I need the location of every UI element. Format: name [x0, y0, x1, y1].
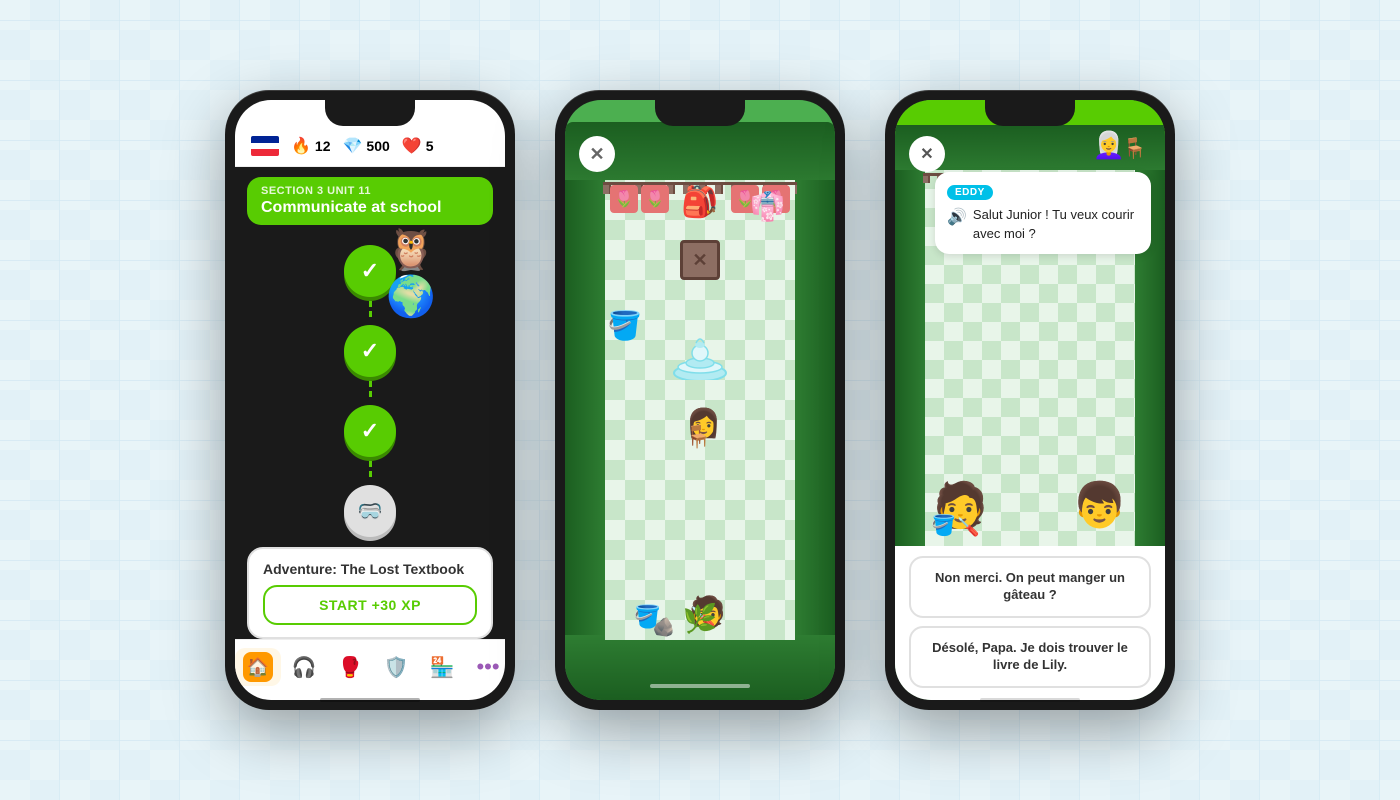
speech-bubble: EDDY 🔊 Salut Junior ! Tu veux courir ave…: [935, 172, 1151, 254]
map-area: ✓ 🦉🌍 ✓ ✓: [235, 235, 505, 547]
gems-value: 500: [366, 138, 389, 154]
phone-1-notch: [325, 100, 415, 126]
gem-icon: 💎: [343, 136, 363, 156]
phone1-nav: 🏠 🎧 🥊 🛡️ 🏪 •••: [235, 639, 505, 700]
home-nav-icon: 🏠: [243, 652, 273, 682]
map-node-2[interactable]: ✓: [344, 325, 396, 377]
rock: 🪨: [653, 617, 675, 638]
npc-bench-character: 👩‍🦳: [1093, 130, 1125, 161]
map-node-3[interactable]: ✓: [344, 405, 396, 457]
dialogue-bucket: 🪣: [931, 513, 956, 538]
start-button[interactable]: START +30 XP: [263, 585, 477, 625]
hearts-value: 5: [426, 138, 434, 154]
flag-white: [251, 143, 279, 150]
game-crate: ✕: [680, 240, 720, 280]
fire-icon: 🔥: [291, 136, 311, 156]
phone-2: ✕ 🌷 🌷 🌷 🌷: [555, 90, 845, 710]
nav-more[interactable]: •••: [465, 648, 505, 686]
phone-2-screen: ✕ 🌷 🌷 🌷 🌷: [565, 100, 835, 700]
adventure-title: Adventure: The Lost Textbook: [263, 561, 477, 577]
phone-3-notch: [985, 100, 1075, 126]
speech-text: 🔊 Salut Junior ! Tu veux courir avec moi…: [947, 206, 1139, 244]
check-icon-3: ✓: [361, 418, 379, 444]
nav-home[interactable]: 🏠: [235, 648, 281, 686]
streak-stat: 🔥 12: [291, 136, 331, 156]
flower-1: 🌷: [610, 185, 638, 213]
adventure-section: Adventure: The Lost Textbook START +30 X…: [247, 547, 493, 639]
flower-2: 🌷: [641, 185, 669, 213]
map-node-4[interactable]: 🥽: [344, 485, 396, 537]
more-nav-icon: •••: [473, 652, 503, 682]
flag-red: [251, 149, 279, 156]
check-icon-1: ✓: [361, 258, 379, 284]
nav-audio[interactable]: 🎧: [281, 648, 327, 686]
phone-1-screen: 🔥 12 💎 500 ❤️ 5 SECTION 3 UNIT 11 Commun…: [235, 100, 505, 700]
phone-2-notch: [655, 100, 745, 126]
check-icon-2: ✓: [361, 338, 379, 364]
goggles-icon: 🥽: [358, 499, 383, 524]
phone-3-screen: ✕ 👩‍🦳 🪑 EDDY 🔊 Salut Junior ! Tu veux co…: [895, 100, 1165, 700]
answer-option-1[interactable]: Non merci. On peut manger un gâteau ?: [909, 556, 1151, 618]
phone2-close-button[interactable]: ✕: [579, 136, 615, 172]
map-path: ✓ 🦉🌍 ✓ ✓: [344, 245, 396, 537]
hedge-right: [795, 180, 835, 640]
pink-character: 👘: [750, 190, 785, 223]
heart-icon: ❤️: [402, 136, 422, 156]
phone-1-home-indicator: [320, 698, 420, 702]
dialogue-hedge-left: [895, 170, 925, 546]
crate-x-icon: ✕: [692, 250, 707, 271]
fountain: [670, 325, 730, 385]
path-line-2: [369, 381, 372, 401]
practice-nav-icon: 🥊: [335, 652, 365, 682]
dialogue-game-area: ✕ 👩‍🦳 🪑 EDDY 🔊 Salut Junior ! Tu veux co…: [895, 100, 1165, 546]
phone-3: ✕ 👩‍🦳 🪑 EDDY 🔊 Salut Junior ! Tu veux co…: [885, 90, 1175, 710]
answer-2-text: Désolé, Papa. Je dois trouver le livre d…: [932, 640, 1128, 672]
hedge-bottom: [565, 635, 835, 700]
flower-bed-left: 🌷 🌷: [610, 185, 669, 213]
streak-value: 12: [315, 138, 331, 154]
park-bench: 🪑: [685, 424, 712, 450]
hearts-stat: ❤️ 5: [402, 136, 434, 156]
nav-shield[interactable]: 🛡️: [373, 648, 419, 686]
phone3-close-button[interactable]: ✕: [909, 136, 945, 172]
path-line-1: [369, 301, 372, 321]
phone-2-home-indicator: [650, 684, 750, 688]
main-character-2: 👦: [1072, 479, 1127, 531]
shop-nav-icon: 🏪: [427, 652, 457, 682]
bush: 🌿: [683, 602, 718, 635]
game-elements: 🌷 🌷 🌷 🌷 🎒 👘 ✕ 🪣: [605, 180, 795, 640]
machine-object: 🪣: [607, 309, 642, 342]
speaker-audio-icon[interactable]: 🔊: [947, 206, 967, 229]
section-label: SECTION 3 UNIT 11: [261, 185, 479, 197]
hedge-left: [565, 180, 605, 640]
phone-3-home-indicator: [980, 698, 1080, 702]
section-banner[interactable]: SECTION 3 UNIT 11 Communicate at school: [247, 177, 493, 225]
nav-practice[interactable]: 🥊: [327, 648, 373, 686]
audio-nav-icon: 🎧: [289, 652, 319, 682]
phones-container: 🔥 12 💎 500 ❤️ 5 SECTION 3 UNIT 11 Commun…: [225, 90, 1175, 710]
flag-blue: [251, 136, 279, 143]
speech-content: Salut Junior ! Tu veux courir avec moi ?: [973, 206, 1139, 244]
owl-mascot: 🦉🌍: [386, 240, 451, 305]
path-line-3: [369, 461, 372, 481]
french-flag: [251, 136, 279, 156]
bench-top: 🪑: [1122, 136, 1147, 161]
dialogue-shovel: 🪛: [957, 517, 979, 538]
phone-1: 🔥 12 💎 500 ❤️ 5 SECTION 3 UNIT 11 Commun…: [225, 90, 515, 710]
section-title: Communicate at school: [261, 199, 479, 217]
nav-shop[interactable]: 🏪: [419, 648, 465, 686]
shield-nav-icon: 🛡️: [381, 652, 411, 682]
speaker-badge: EDDY: [947, 185, 993, 200]
answer-option-2[interactable]: Désolé, Papa. Je dois trouver le livre d…: [909, 626, 1151, 688]
backpack-character: 🎒: [681, 185, 718, 220]
gems-stat: 💎 500: [343, 136, 390, 156]
answer-1-text: Non merci. On peut manger un gâteau ?: [935, 570, 1125, 602]
answer-area: Non merci. On peut manger un gâteau ? Dé…: [895, 546, 1165, 700]
